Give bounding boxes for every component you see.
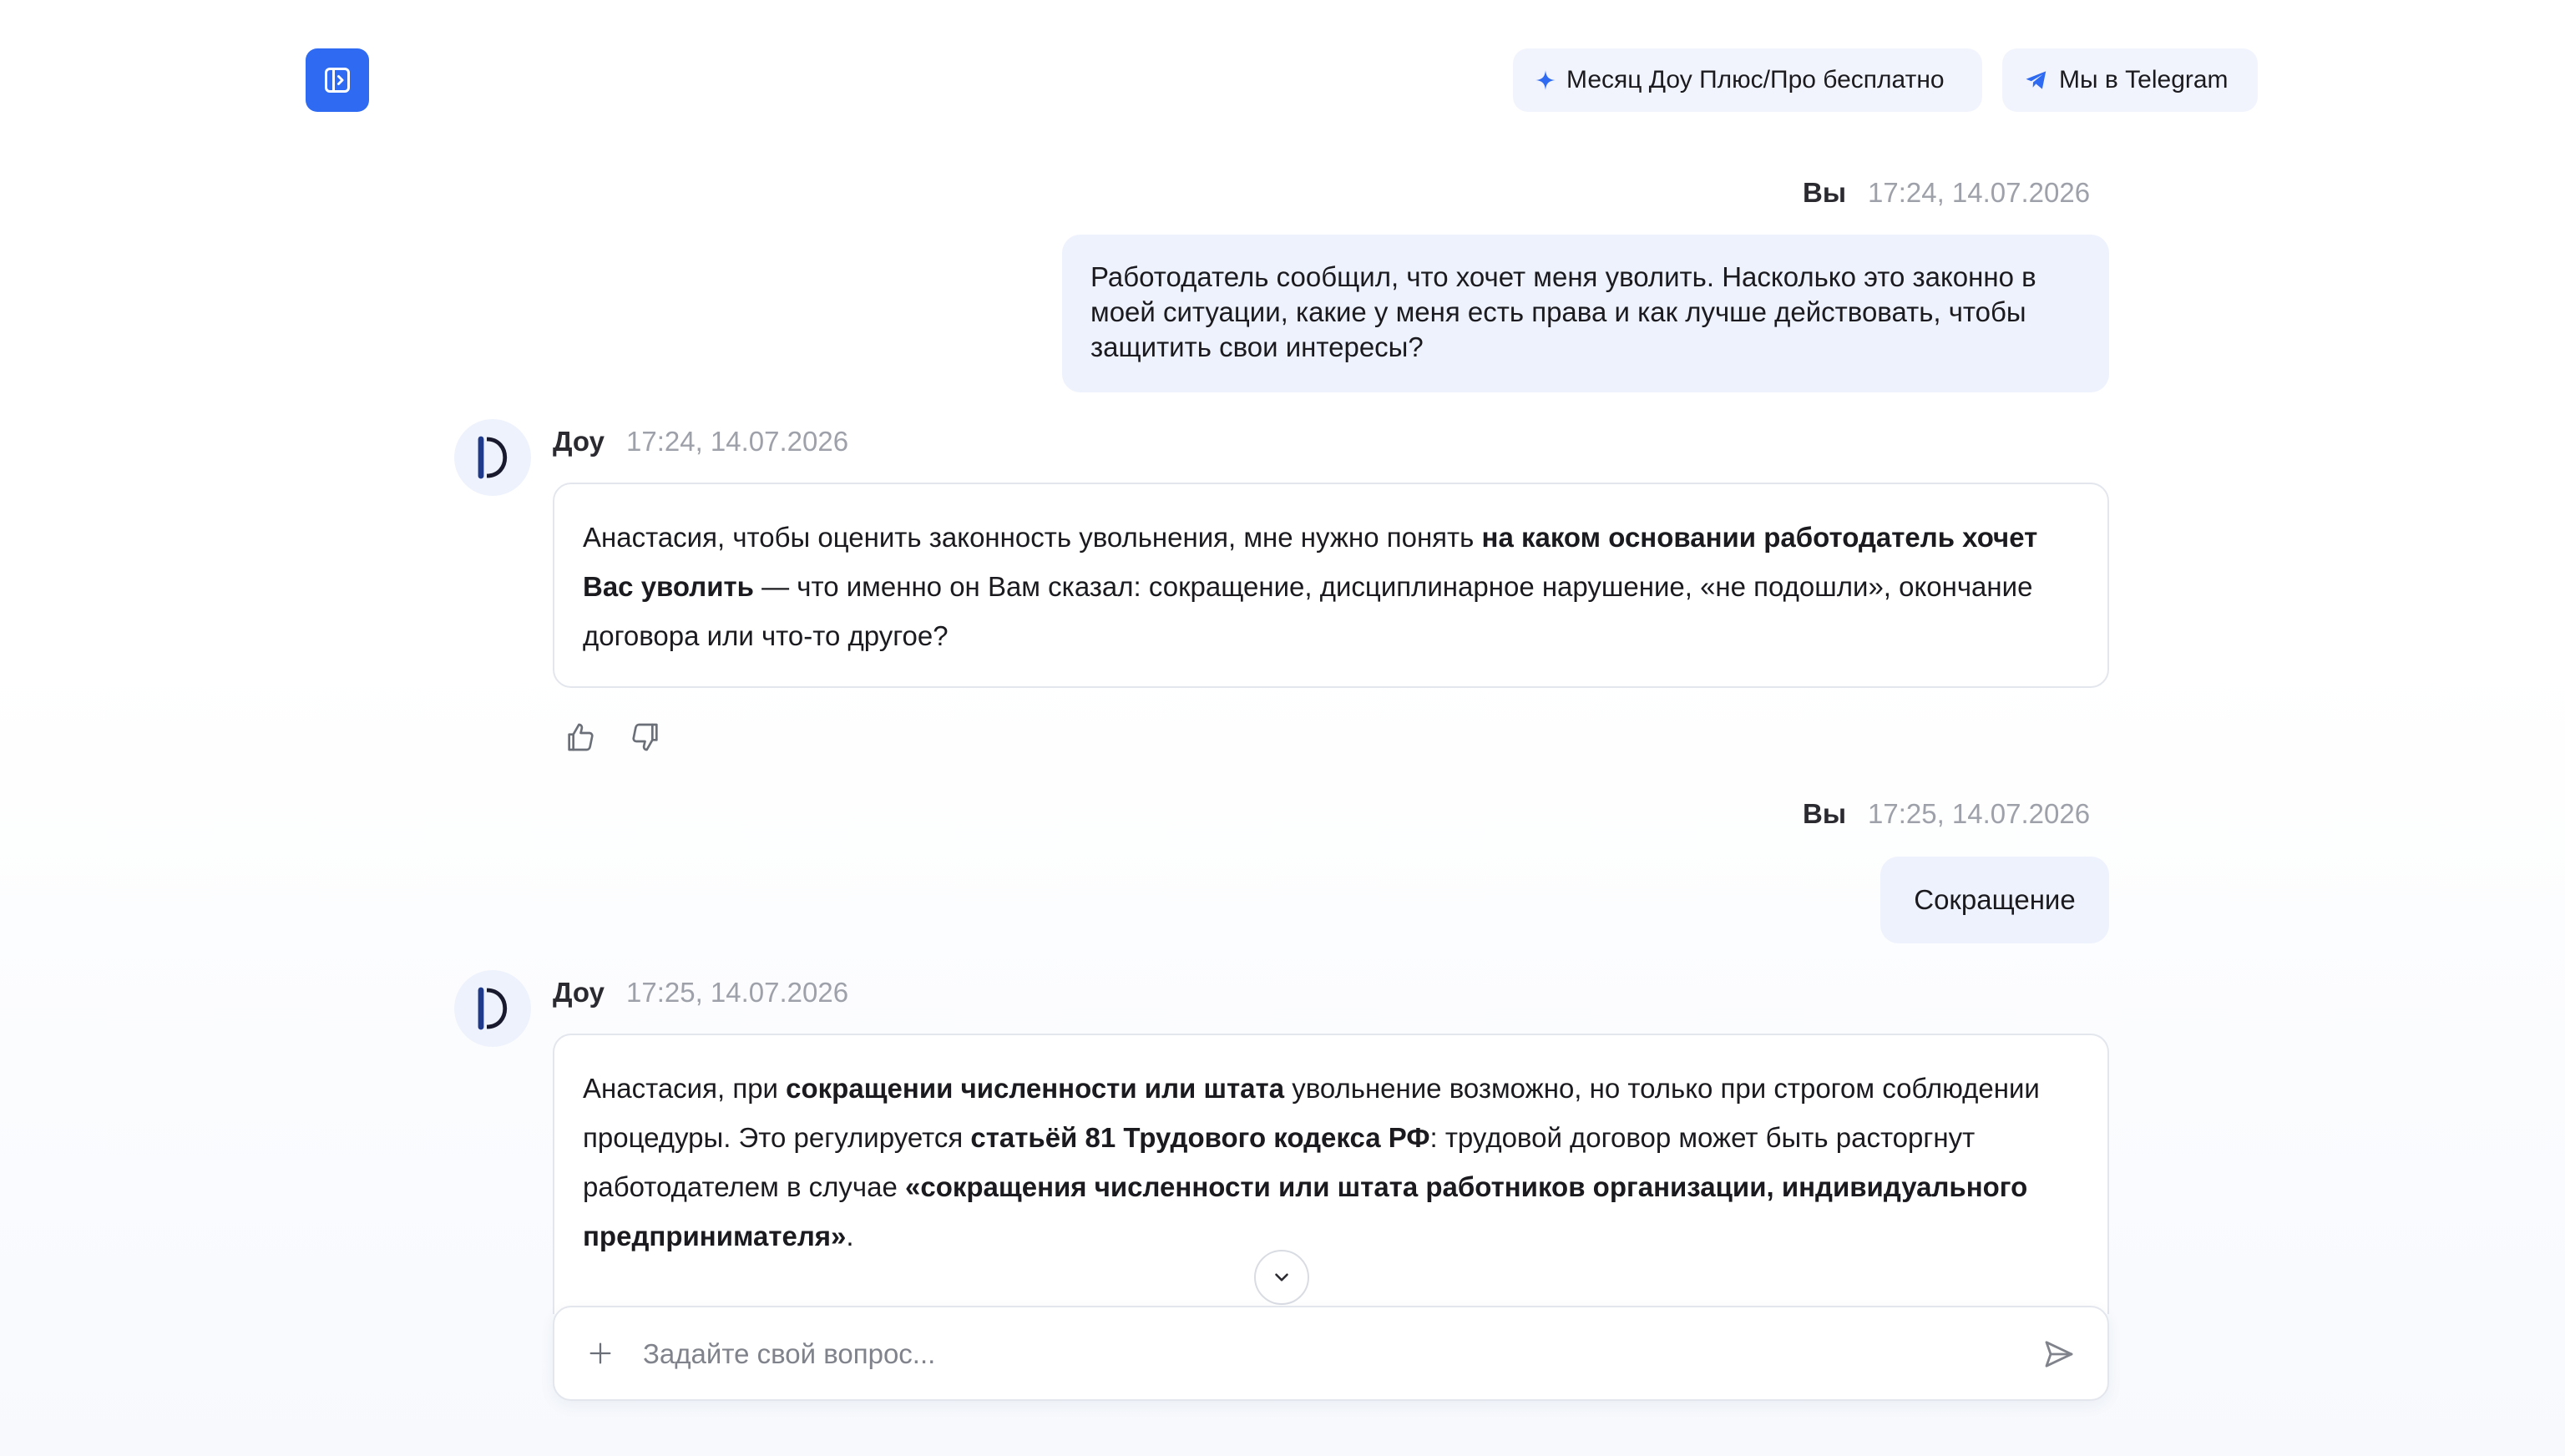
composer [553, 1306, 2109, 1401]
sidebar-toggle-icon [322, 65, 352, 95]
bot-avatar [454, 970, 531, 1047]
plus-icon [586, 1339, 615, 1368]
message-author: Доу [553, 426, 605, 457]
bot-avatar [454, 419, 531, 496]
telegram-icon [2024, 68, 2049, 93]
user-message-bubble: Сокращение [1880, 857, 2109, 943]
text-segment: Анастасия, при [583, 1073, 787, 1104]
text-segment-bold: статьёй 81 Трудового кодекса РФ [970, 1122, 1430, 1153]
send-icon [2042, 1337, 2076, 1371]
text-segment: . [846, 1221, 854, 1251]
thumbs-up-icon [564, 720, 597, 754]
attach-button[interactable] [579, 1332, 621, 1374]
sidebar-toggle-button[interactable] [306, 48, 369, 112]
top-bar: Месяц Доу Плюс/Про бесплатно Мы в Telegr… [0, 0, 2565, 147]
message-meta: Доу 17:24, 14.07.2026 [553, 426, 848, 458]
message-time: 17:24, 14.07.2026 [1868, 177, 2091, 208]
telegram-button[interactable]: Мы в Telegram [2002, 48, 2258, 112]
message-time: 17:25, 14.07.2026 [1868, 798, 2091, 829]
message-meta: Доу 17:25, 14.07.2026 [553, 977, 848, 1009]
user-message-bubble: Работодатель сообщил, что хочет меня уво… [1062, 235, 2109, 392]
promo-label: Месяц Доу Плюс/Про бесплатно [1566, 66, 1945, 94]
question-input[interactable] [641, 1327, 1997, 1381]
dislike-button[interactable] [625, 716, 666, 758]
promo-button[interactable]: Месяц Доу Плюс/Про бесплатно [1513, 48, 1982, 112]
message-time: 17:24, 14.07.2026 [626, 426, 849, 457]
text-segment: — что именно он Вам сказал: сокращение, … [583, 571, 2033, 651]
bot-message-card: Анастасия, при сокращении численности ил… [553, 1034, 2109, 1314]
user-message-text: Сокращение [1914, 884, 2076, 915]
message-time: 17:25, 14.07.2026 [626, 977, 849, 1008]
like-button[interactable] [559, 716, 601, 758]
telegram-label: Мы в Telegram [2059, 66, 2229, 94]
message-meta: Вы 17:24, 14.07.2026 [1803, 177, 2090, 209]
scroll-down-button[interactable] [1254, 1250, 1309, 1305]
dou-logo-icon [478, 436, 507, 479]
feedback-bar [559, 716, 666, 758]
bot-message-card: Анастасия, чтобы оценить законность увол… [553, 483, 2109, 688]
text-segment: Анастасия, чтобы оценить законность увол… [583, 522, 1482, 553]
message-author: Вы [1803, 177, 1847, 208]
user-message-text: Работодатель сообщил, что хочет меня уво… [1090, 261, 2036, 362]
chevron-down-icon [1271, 1266, 1293, 1288]
text-segment-bold: сокращении численности или штата [786, 1073, 1285, 1104]
message-author: Вы [1803, 798, 1847, 829]
thumbs-down-icon [629, 720, 662, 754]
message-author: Доу [553, 977, 605, 1008]
sparkle-plus-icon [1535, 69, 1556, 91]
dou-logo-icon [478, 987, 507, 1030]
send-button[interactable] [2037, 1332, 2081, 1376]
message-meta: Вы 17:25, 14.07.2026 [1803, 798, 2090, 830]
